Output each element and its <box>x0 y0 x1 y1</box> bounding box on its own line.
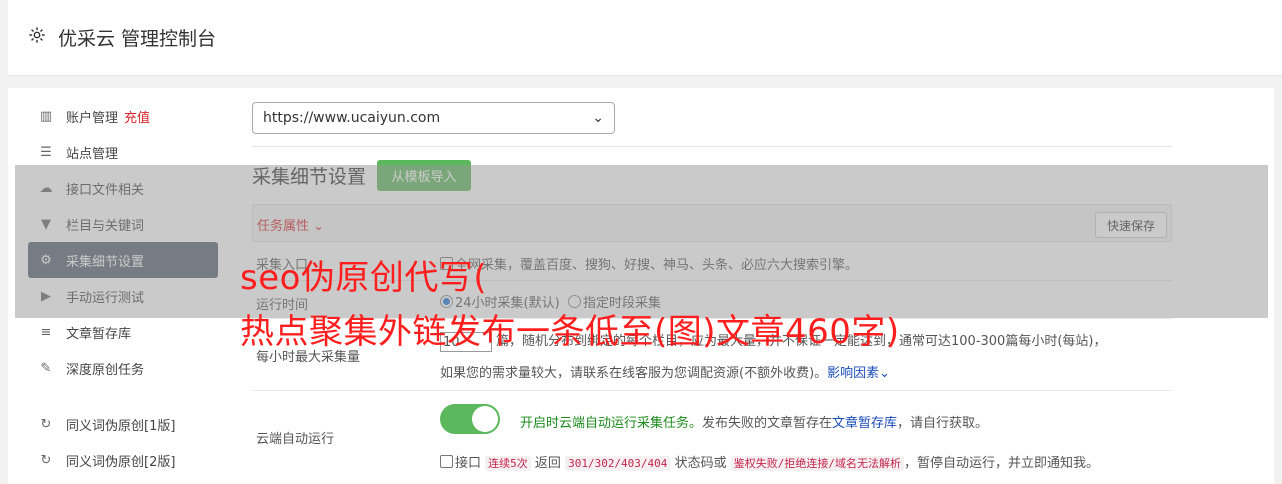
sidebar-item-synonym-v2[interactable]: ↻ 同义词伪原创[2版] <box>28 442 218 478</box>
sidebar-item-label: 站点管理 <box>66 146 119 162</box>
refresh-icon: ↻ <box>40 416 52 432</box>
api-code-3: 鉴权失败/拒绝连接/域名无法解析 <box>730 456 904 471</box>
refresh-icon: ↻ <box>40 452 52 468</box>
page-title: 优采云 管理控制台 <box>58 28 217 50</box>
cloud-on-text: 开启时云端自动运行采集任务。 <box>520 416 703 431</box>
sidebar-item-account[interactable]: ▥ 账户管理 充值 <box>28 98 218 134</box>
chevron-down-icon: ⌄ <box>879 366 891 381</box>
max-desc2: 如果您的需求量较大，请联系在线客服为您调配资源(不额外收费)。 <box>440 366 828 381</box>
bar-chart-icon: ▥ <box>39 108 53 124</box>
divider <box>252 146 1172 147</box>
api-code-1: 连续5次 <box>485 456 531 471</box>
cloud-run-toggle[interactable] <box>440 404 500 434</box>
api-mid2: 状态码或 <box>674 456 727 471</box>
chevron-down-icon: ⌄ <box>592 110 604 126</box>
gear-icon <box>29 27 45 43</box>
sidebar-item-label: 账户管理 <box>66 110 119 126</box>
row-cloud-run: 云端自动运行 开启时云端自动运行采集任务。发布失败的文章暂存在文章暂存库，请自行… <box>252 390 1172 484</box>
site-select-value: https://www.ucaiyun.com <box>263 110 441 126</box>
database-icon: ≡ <box>40 324 52 340</box>
gray-overlay <box>15 165 1268 318</box>
api-post: ，暂停自动运行，并立即通知我。 <box>903 456 1099 471</box>
sidebar-item-label: 同义词伪原创[1版] <box>66 418 176 434</box>
sidebar-item-synonym-v1[interactable]: ↻ 同义词伪原创[1版] <box>28 406 218 442</box>
recharge-link[interactable]: 充值 <box>124 107 150 126</box>
top-header: 优采云 管理控制台 <box>8 0 1282 76</box>
overlay-text-line1: seo伪原创代写( <box>240 258 488 298</box>
sidebar-item-article-store[interactable]: ≡ 文章暂存库 <box>28 314 218 350</box>
sidebar-item-label: 深度原创任务 <box>66 362 145 378</box>
api-pre: 接口 <box>455 456 482 471</box>
api-pause-checkbox[interactable] <box>440 455 453 468</box>
api-mid1: 返回 <box>534 456 561 471</box>
cloud-label: 云端自动运行 <box>256 432 335 447</box>
article-store-link[interactable]: 文章暂存库 <box>832 416 897 431</box>
sidebar-item-label: 文章暂存库 <box>66 326 132 342</box>
influence-factors-link[interactable]: 影响因素⌄ <box>827 366 890 381</box>
toggle-knob <box>472 406 498 432</box>
sidebar-item-label: 同义词伪原创[2版] <box>66 454 176 470</box>
api-code-2: 301/302/403/404 <box>565 456 671 471</box>
site-select[interactable]: https://www.ucaiyun.com ⌄ <box>252 102 615 134</box>
edit-icon: ✎ <box>40 360 52 376</box>
overlay-text-line2: 热点聚集外链发布一条低至(图)文章460字) <box>240 312 900 352</box>
sidebar-item-deep-original[interactable]: ✎ 深度原创任务 <box>28 350 218 386</box>
cloud-desc1: 发布失败的文章暂存在 <box>702 416 833 431</box>
cloud-desc2: ，请自行获取。 <box>897 416 989 431</box>
server-icon: ☰ <box>40 144 52 160</box>
